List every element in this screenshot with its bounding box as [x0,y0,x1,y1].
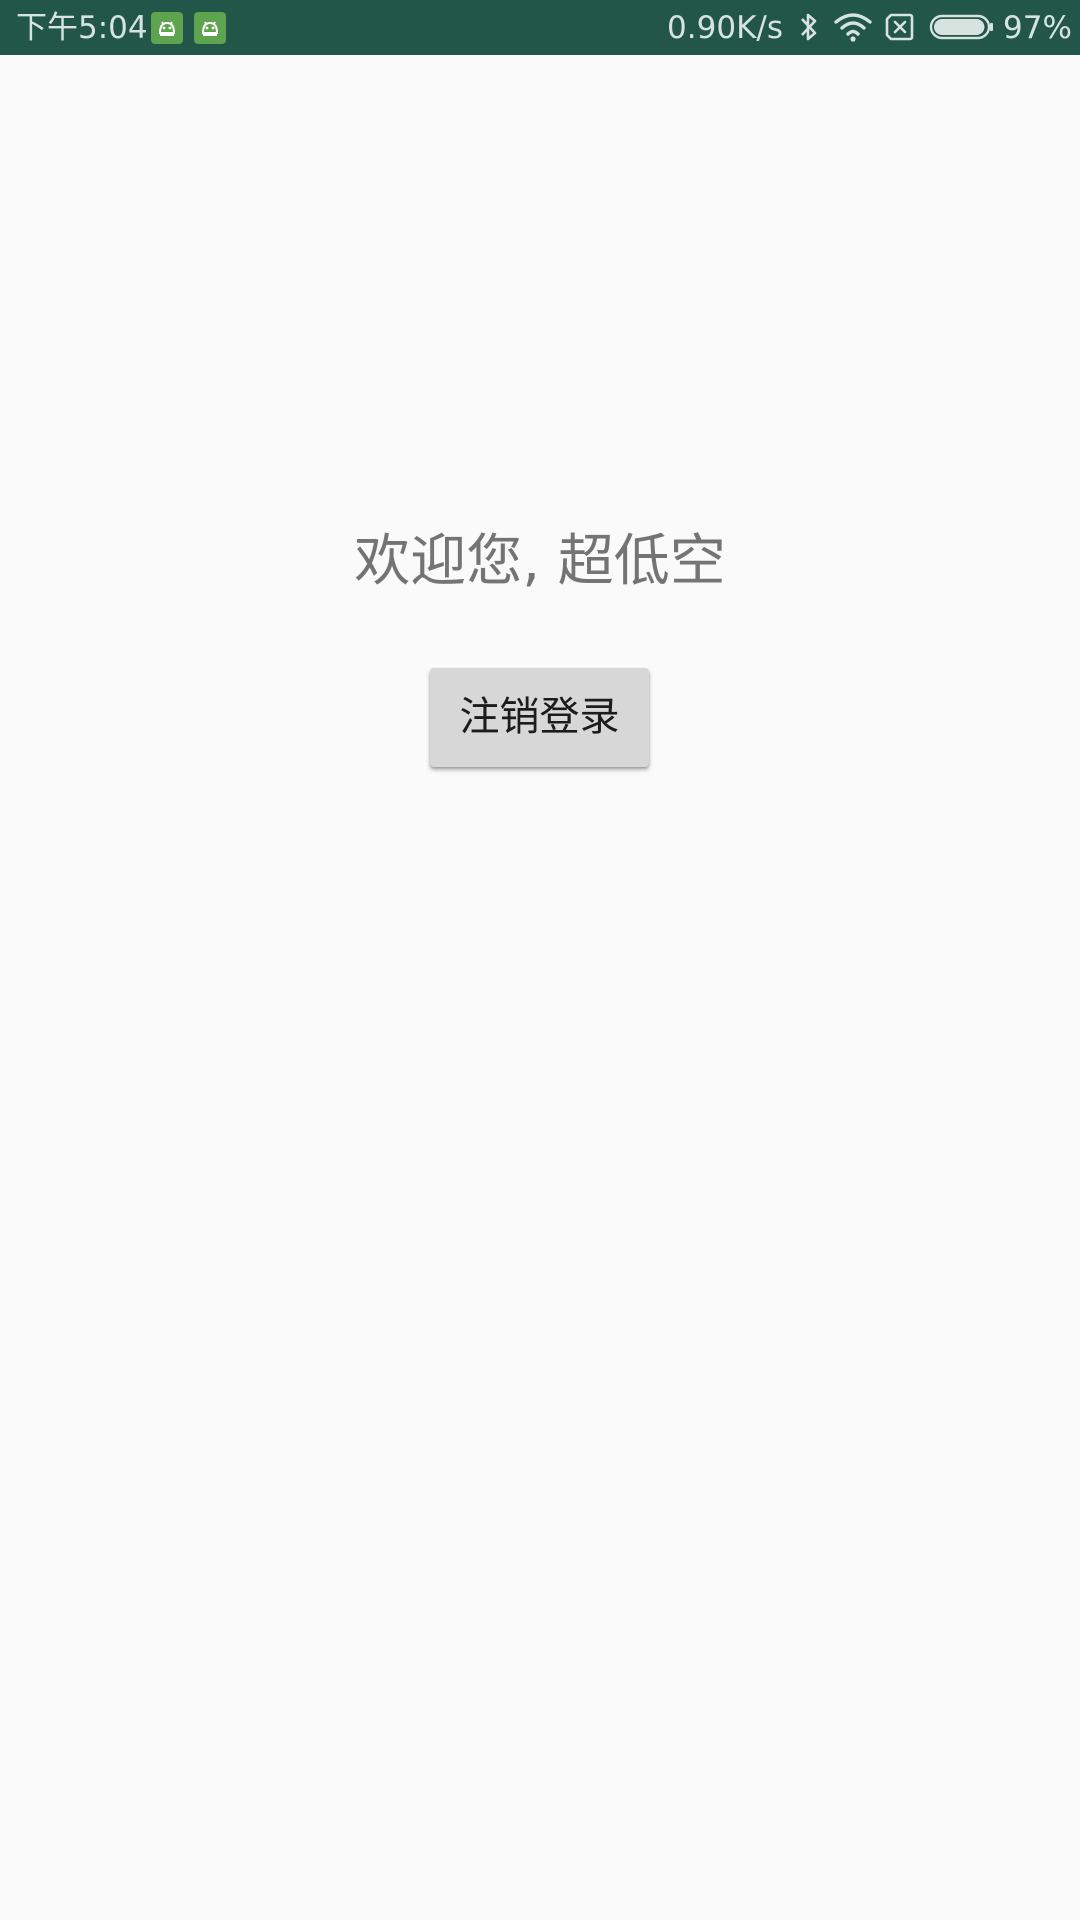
battery-level-fill [934,19,985,35]
network-speed: 0.90K/s [667,10,783,46]
status-time: 下午5:04 [16,10,148,46]
battery-percent: 97% [1003,10,1072,46]
android-app-icon [194,12,226,44]
wifi-icon [833,10,873,52]
bluetooth-icon [796,10,822,52]
no-sim-icon [883,10,917,52]
battery-icon [929,13,995,49]
logout-button[interactable]: 注销登录 [430,668,649,767]
app-screen: 下午5:04 0.90K/s 97% 欢迎您, 超低空 注销登录 [0,0,1080,1920]
welcome-message: 欢迎您, 超低空 [354,529,726,594]
status-bar: 下午5:04 0.90K/s 97% [0,0,1080,55]
android-app-icon [151,12,183,44]
